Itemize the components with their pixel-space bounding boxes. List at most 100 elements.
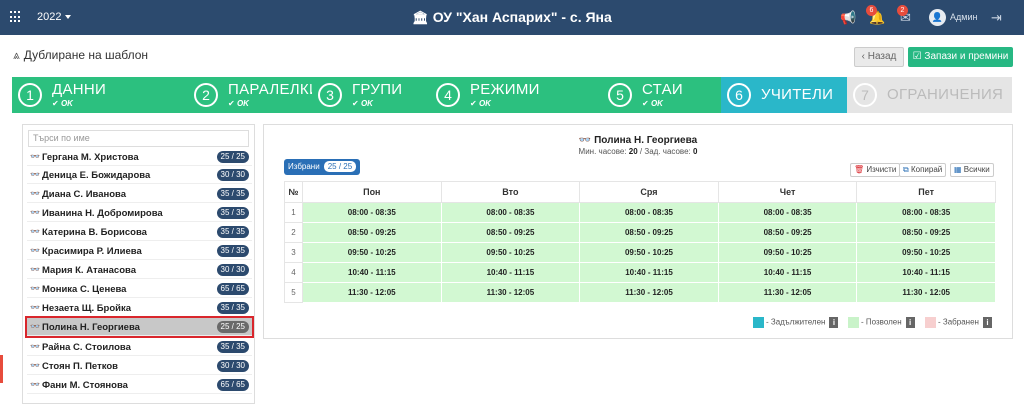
- megaphone-icon[interactable]: 📢: [840, 10, 856, 26]
- teacher-name: Незаета Щ. Бройка: [42, 303, 132, 314]
- step-teachers[interactable]: 6 УЧИТЕЛИ: [721, 77, 847, 113]
- step-constraints[interactable]: 7 ОГРАНИЧЕНИЯ: [847, 77, 1012, 113]
- select-all-button[interactable]: ▦ Всички: [950, 163, 994, 177]
- row-number[interactable]: 5: [284, 282, 303, 303]
- column-header-day[interactable]: Сря: [579, 181, 719, 203]
- schedule-cell[interactable]: 11:30 - 12:05: [856, 282, 996, 303]
- school-title-text: ОУ "Хан Аспарих" - с. Яна: [432, 9, 612, 25]
- glasses-icon: 👓: [30, 170, 40, 179]
- info-icon[interactable]: i: [829, 317, 839, 328]
- step-status-text: OK: [650, 99, 663, 108]
- info-icon[interactable]: i: [905, 317, 915, 328]
- schedule-cell[interactable]: 09:50 - 10:25: [717, 242, 858, 263]
- teacher-name: Деница Е. Божидарова: [42, 170, 151, 181]
- save-and-continue-button[interactable]: ☑ Запази и премини: [908, 47, 1013, 67]
- column-header-day[interactable]: Пон: [302, 181, 442, 203]
- schedule-cell[interactable]: 10:40 - 11:15: [302, 262, 442, 283]
- column-header-day[interactable]: Вто: [440, 181, 581, 203]
- chosen-button[interactable]: Избрани 25 / 25: [284, 159, 361, 175]
- teacher-item[interactable]: 👓 Фани М. Стоянова 65 / 65: [27, 376, 252, 394]
- legend-required-label: - Задължителен: [766, 317, 826, 327]
- avatar[interactable]: 👤: [929, 9, 946, 26]
- step-data[interactable]: 1 ДАННИ ✔ OK: [12, 77, 188, 113]
- trash-icon: 🗑: [854, 165, 865, 174]
- clear-button[interactable]: 🗑 Изчисти: [850, 163, 901, 177]
- schedule-cell[interactable]: 08:50 - 09:25: [302, 222, 442, 243]
- schedule-cell[interactable]: 08:00 - 08:35: [302, 202, 442, 223]
- schedule-cell[interactable]: 08:00 - 08:35: [856, 202, 996, 223]
- schedule-cell[interactable]: 08:50 - 09:25: [579, 222, 719, 243]
- teacher-item[interactable]: 👓 Гергана М. Христова 25 / 25: [27, 148, 252, 166]
- row-number[interactable]: 2: [284, 222, 303, 243]
- search-input[interactable]: Търси по име: [28, 130, 249, 147]
- teacher-item[interactable]: 👓 Катерина В. Борисова 35 / 35: [27, 223, 252, 241]
- step-groups[interactable]: 3 ГРУПИ ✔ OK: [312, 77, 430, 113]
- schedule-cell[interactable]: 08:00 - 08:35: [440, 202, 581, 223]
- schedule-cell[interactable]: 10:40 - 11:15: [579, 262, 719, 283]
- glasses-icon: 👓: [30, 342, 40, 351]
- info-icon[interactable]: i: [982, 317, 992, 328]
- back-button[interactable]: ‹ Назад: [854, 47, 904, 67]
- teacher-item[interactable]: 👓 Моника С. Ценева 65 / 65: [27, 280, 252, 298]
- teacher-item[interactable]: 👓 Деница Е. Божидарова 30 / 30: [27, 166, 252, 184]
- schedule-cell[interactable]: 09:50 - 10:25: [440, 242, 581, 263]
- schedule-cell[interactable]: 08:00 - 08:35: [579, 202, 719, 223]
- min-hours-label: Мин. часове:: [578, 147, 627, 156]
- schedule-cell[interactable]: 09:50 - 10:25: [579, 242, 719, 263]
- table-row: 4 10:40 - 11:15 10:40 - 11:15 10:40 - 11…: [284, 262, 996, 283]
- step-modes[interactable]: 4 РЕЖИМИ ✔ OK: [430, 77, 602, 113]
- schedule-cell[interactable]: 10:40 - 11:15: [717, 262, 858, 283]
- required-hours-label: Зад. часове:: [644, 147, 691, 156]
- glasses-icon: 👓: [30, 303, 40, 312]
- schedule-cell[interactable]: 09:50 - 10:25: [856, 242, 996, 263]
- schedule-cell[interactable]: 11:30 - 12:05: [717, 282, 858, 303]
- legend-forbidden: - Забранен i: [925, 317, 992, 328]
- glasses-icon: 👓: [30, 189, 40, 198]
- schedule-cell[interactable]: 11:30 - 12:05: [302, 282, 442, 303]
- step-status-text: OK: [478, 99, 491, 108]
- column-header-day[interactable]: Чет: [717, 181, 858, 203]
- glasses-icon: 👓: [30, 208, 40, 217]
- teacher-item-selected[interactable]: 👓 Полина Н. Георгиева 25 / 25: [25, 316, 254, 338]
- schedule-cell[interactable]: 10:40 - 11:15: [856, 262, 996, 283]
- schedule-cell[interactable]: 09:50 - 10:25: [302, 242, 442, 263]
- row-number[interactable]: 4: [284, 262, 303, 283]
- row-number[interactable]: 1: [284, 202, 303, 223]
- step-number: 4: [436, 83, 460, 107]
- logout-icon[interactable]: ⇥: [991, 10, 1002, 26]
- teacher-item[interactable]: 👓 Райна С. Стоилова 35 / 35: [27, 338, 252, 356]
- teacher-item[interactable]: 👓 Иванина Н. Добромирова 35 / 35: [27, 204, 252, 222]
- teacher-item[interactable]: 👓 Мария К. Атанасова 30 / 30: [27, 261, 252, 279]
- user-name[interactable]: Админ: [950, 12, 977, 22]
- teacher-name: Красимира Р. Илиева: [42, 246, 142, 257]
- schedule-cell[interactable]: 11:30 - 12:05: [440, 282, 581, 303]
- schedule-cell[interactable]: 08:50 - 09:25: [717, 222, 858, 243]
- schedule-cell[interactable]: 10:40 - 11:15: [440, 262, 581, 283]
- page-title: ⩓ Дублиране на шаблон: [13, 48, 148, 63]
- teacher-item[interactable]: 👓 Диана С. Иванова 35 / 35: [27, 185, 252, 203]
- step-rooms[interactable]: 5 СТАИ ✔ OK: [602, 77, 721, 113]
- teacher-item[interactable]: 👓 Красимира Р. Илиева 35 / 35: [27, 242, 252, 260]
- step-classes[interactable]: 2 ПАРАЛЕЛКИ ✔ OK: [188, 77, 312, 113]
- schedule-cell[interactable]: 08:50 - 09:25: [440, 222, 581, 243]
- column-header-day[interactable]: Пет: [856, 181, 996, 203]
- schedule-cell[interactable]: 08:00 - 08:35: [717, 202, 858, 223]
- teacher-item[interactable]: 👓 Стоян П. Петков 30 / 30: [27, 357, 252, 375]
- selected-teacher-name-text: Полина Н. Георгиева: [594, 135, 698, 146]
- required-hours-value: 0: [693, 147, 698, 156]
- page-title-text: Дублиране на шаблон: [23, 48, 149, 62]
- schedule-header-row: № Пон Вто Сря Чет Пет: [284, 181, 996, 203]
- row-number[interactable]: 3: [284, 242, 303, 263]
- teacher-hours-badge: 25 / 25: [216, 151, 249, 163]
- schedule-cell[interactable]: 08:50 - 09:25: [856, 222, 996, 243]
- teacher-hours-badge: 30 / 30: [216, 360, 249, 372]
- legend-swatch-allowed: [848, 317, 859, 328]
- copy-button[interactable]: ⧉ Копирай: [899, 163, 947, 177]
- teacher-hours-badge: 35 / 35: [216, 341, 249, 353]
- schedule-cell[interactable]: 11:30 - 12:05: [579, 282, 719, 303]
- teacher-item[interactable]: 👓 Незаета Щ. Бройка 35 / 35: [27, 299, 252, 317]
- step-status-text: OK: [360, 99, 373, 108]
- template-icon: ⩓: [13, 48, 20, 62]
- step-status: ✔ OK: [470, 99, 491, 108]
- teacher-name: Моника С. Ценева: [42, 284, 127, 295]
